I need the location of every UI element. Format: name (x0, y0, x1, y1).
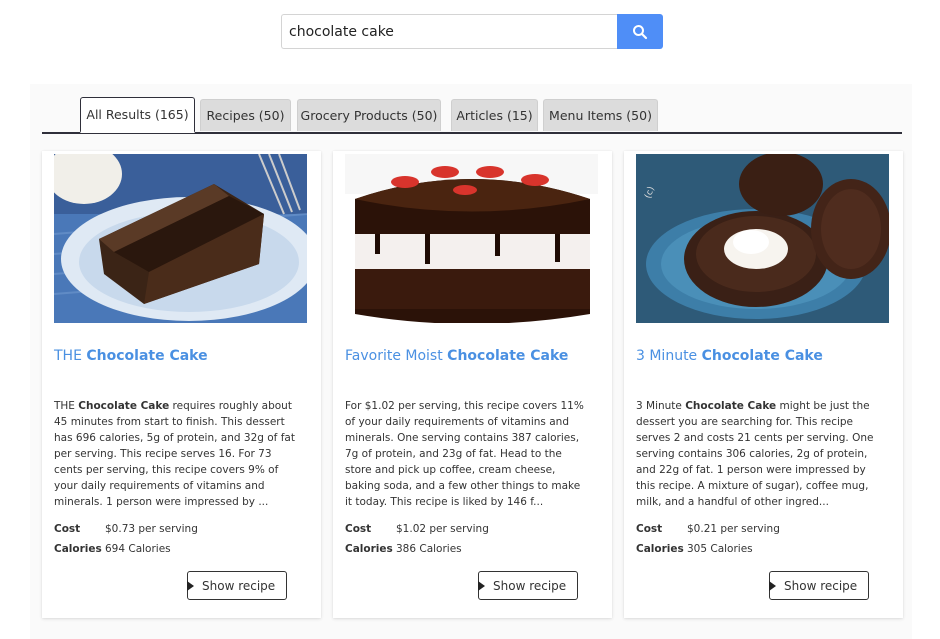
recipe-title-link[interactable]: 3 Minute Chocolate Cake (636, 347, 896, 365)
results-tabs: All Results (165) Recipes (50) Grocery P… (42, 97, 902, 134)
tab-menu-items[interactable]: Menu Items (50) (543, 99, 658, 131)
recipe-calories: Calories 694 Calories (54, 543, 171, 555)
recipe-card: THE Chocolate Cake THE Chocolate Cake re… (42, 151, 321, 618)
tab-all-results[interactable]: All Results (165) (80, 97, 195, 133)
show-recipe-button[interactable]: Show recipe (187, 571, 287, 600)
tab-articles[interactable]: Articles (15) (451, 99, 538, 131)
recipe-cost: Cost $1.02 per serving (345, 523, 489, 535)
recipe-card: Favorite Moist Chocolate Cake For $1.02 … (333, 151, 612, 618)
tab-grocery-products[interactable]: Grocery Products (50) (297, 99, 441, 131)
recipe-image[interactable] (345, 154, 598, 323)
search-icon (633, 24, 648, 39)
search-bar (281, 14, 663, 49)
play-icon (769, 580, 776, 591)
play-icon (187, 580, 194, 591)
show-recipe-button[interactable]: Show recipe (478, 571, 578, 600)
recipe-cost: Cost $0.73 per serving (54, 523, 198, 535)
recipe-image[interactable] (54, 154, 307, 323)
recipe-calories: Calories 386 Calories (345, 543, 462, 555)
tab-recipes[interactable]: Recipes (50) (200, 99, 291, 131)
recipe-title-link[interactable]: THE Chocolate Cake (54, 347, 314, 365)
recipe-image[interactable]: (c) (636, 154, 889, 323)
search-button[interactable] (617, 14, 663, 49)
show-recipe-button[interactable]: Show recipe (769, 571, 869, 600)
recipe-description: For $1.02 per serving, this recipe cover… (345, 400, 584, 508)
recipe-cost: Cost $0.21 per serving (636, 523, 780, 535)
recipe-description: 3 Minute Chocolate Cake might be just th… (636, 400, 874, 508)
recipe-title-link[interactable]: Favorite Moist Chocolate Cake (345, 347, 605, 365)
recipe-card: (c) 3 Minute Chocolate Cake 3 Minute Cho… (624, 151, 903, 618)
recipe-calories: Calories 305 Calories (636, 543, 753, 555)
recipe-description: THE Chocolate Cake requires roughly abou… (54, 400, 295, 508)
search-input[interactable] (281, 14, 617, 49)
play-icon (478, 580, 485, 591)
